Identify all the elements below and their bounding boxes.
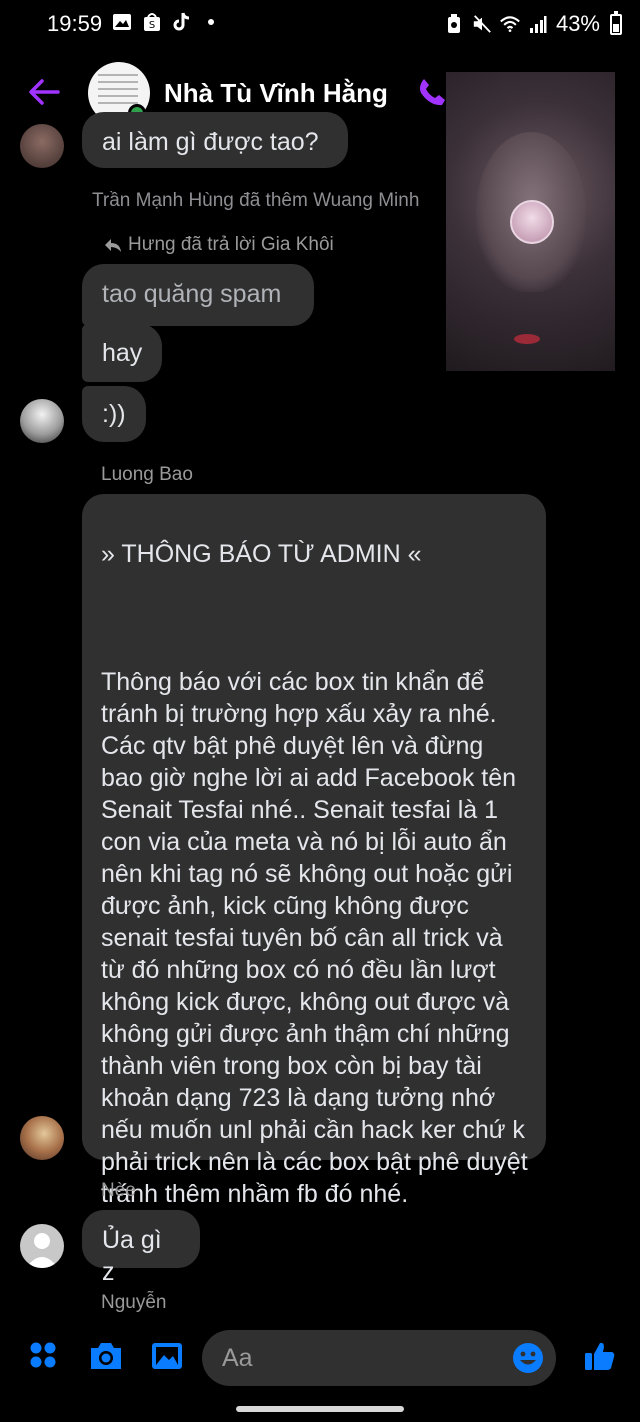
battery-icon — [610, 10, 622, 35]
message-composer: Aa — [0, 1326, 640, 1396]
back-arrow-icon[interactable] — [24, 72, 64, 112]
reply-indicator: Hưng đã trả lời Gia Khôi — [104, 234, 334, 256]
thumbs-up-icon[interactable] — [584, 1340, 618, 1374]
image-icon[interactable] — [150, 1340, 184, 1374]
battery-saver-icon — [444, 14, 464, 34]
status-time: 19:59 — [47, 11, 103, 36]
phone-icon[interactable] — [416, 76, 448, 108]
battery-percent: 43% — [555, 11, 600, 36]
message-text: ai làm gì được tao? — [102, 128, 319, 156]
video-lips — [514, 334, 540, 344]
chat-title[interactable]: Nhà Tù Vĩnh Hằng — [164, 78, 388, 109]
avatar[interactable] — [20, 124, 64, 168]
floating-video-preview[interactable] — [446, 72, 615, 371]
shopee-notification-icon: S — [142, 12, 162, 32]
message-text: :)) — [102, 400, 126, 428]
home-indicator[interactable] — [236, 1406, 404, 1412]
message-text: Ủa gì z — [102, 1226, 162, 1286]
video-mini-avatar — [510, 200, 554, 244]
message-bubble-partial[interactable]: ai làm gì được tao? — [82, 112, 348, 168]
message-text: hay — [102, 339, 143, 367]
avatar[interactable] — [20, 399, 64, 443]
emoji-icon[interactable] — [512, 1342, 544, 1374]
wifi-icon — [500, 14, 520, 34]
announcement-title: » THÔNG BÁO TỪ ADMIN « — [101, 540, 422, 568]
reply-note-text: Hưng đã trả lời Gia Khôi — [128, 234, 334, 255]
camera-icon[interactable] — [88, 1340, 122, 1374]
sender-name: Nèe — [101, 1180, 136, 1201]
system-message: Trần Mạnh Hùng đã thêm Wuang Minh — [92, 190, 420, 211]
message-text: tao quăng spam — [102, 280, 282, 308]
avatar[interactable] — [20, 1224, 64, 1268]
more-notifications-dot — [208, 19, 214, 25]
avatar[interactable] — [20, 1116, 64, 1160]
message-bubble[interactable]: :)) — [82, 386, 146, 442]
message-bubble[interactable]: hay — [82, 324, 162, 382]
message-input[interactable]: Aa — [202, 1330, 556, 1386]
sender-name: Nguyễn — [101, 1292, 167, 1313]
message-input-placeholder: Aa — [222, 1344, 253, 1372]
signal-icon — [528, 14, 548, 34]
reply-icon — [105, 239, 121, 252]
notification-icons: S — [112, 12, 214, 32]
tiktok-notification-icon — [172, 12, 192, 32]
status-bar: 19:59 S 43% — [0, 0, 640, 48]
message-bubble[interactable]: Ủa gì z — [82, 1210, 200, 1286]
message-bubble[interactable]: tao quăng spam — [82, 264, 314, 326]
gallery-notification-icon — [112, 12, 132, 32]
announcement-bubble[interactable]: » THÔNG BÁO TỪ ADMIN « Thông báo với các… — [82, 494, 546, 1208]
svg-text:S: S — [149, 20, 155, 31]
apps-grid-icon[interactable] — [28, 1340, 62, 1374]
sender-name: Luong Bao — [101, 464, 193, 485]
system-icons: 43% — [444, 10, 622, 37]
announcement-body: Thông báo với các box tin khẩn để tránh … — [101, 668, 528, 1208]
mute-icon — [472, 14, 492, 34]
